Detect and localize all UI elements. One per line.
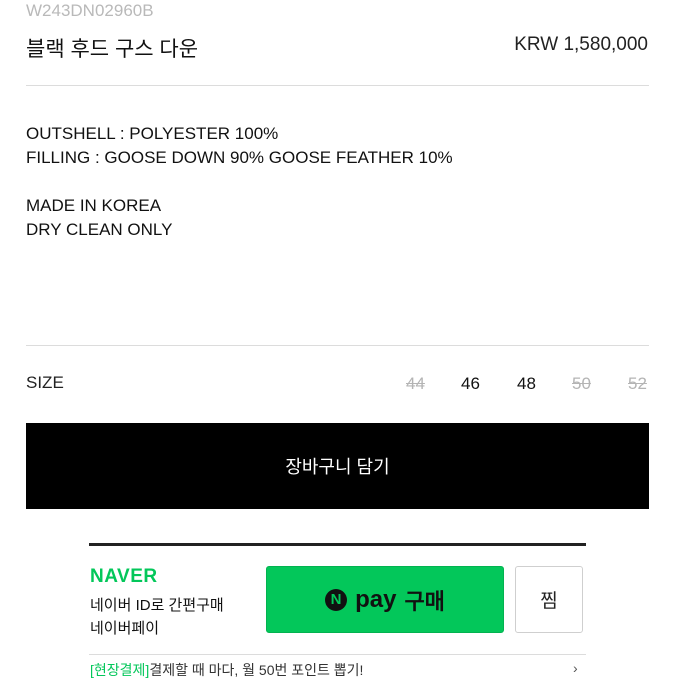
naver-id-purchase-text: 네이버 ID로 간편구매	[90, 597, 224, 614]
size-option-50[interactable]: 50	[572, 374, 591, 394]
size-option-46[interactable]: 46	[461, 374, 480, 394]
naver-pay-wordmark: pay	[355, 585, 397, 613]
description-line-outshell: OUTSHELL : POLYESTER 100%	[26, 124, 279, 143]
divider-top	[26, 85, 649, 86]
description-line-origin: MADE IN KOREA	[26, 196, 162, 215]
product-price: KRW 1,580,000	[514, 34, 648, 55]
naver-promo-link[interactable]: [현장결제]결제할 때 마다, 월 50번 포인트 뽑기!	[90, 660, 363, 680]
description-line-filling: FILLING : GOOSE DOWN 90% GOOSE FEATHER 1…	[26, 148, 453, 167]
size-option-48[interactable]: 48	[517, 374, 536, 394]
size-option-44[interactable]: 44	[406, 374, 425, 394]
divider-middle	[26, 345, 649, 346]
naver-pay-buy-label: 구매	[404, 588, 445, 614]
description-line-care: DRY CLEAN ONLY	[26, 220, 173, 239]
product-code: W243DN02960B	[26, 1, 154, 20]
promo-text: 결제할 때 마다, 월 50번 포인트 뽑기!	[149, 662, 364, 678]
naver-logo: NAVER	[90, 566, 158, 587]
naver-pay-top-border	[89, 543, 586, 546]
wishlist-button[interactable]: 찜	[515, 566, 583, 633]
naver-pay-divider	[89, 654, 586, 655]
naver-pay-buy-button[interactable]: N pay 구매	[266, 566, 504, 633]
promo-tag: [현장결제]	[90, 662, 150, 678]
naver-pay-n-icon: N	[325, 588, 348, 611]
size-option-52[interactable]: 52	[628, 374, 647, 394]
add-to-cart-button[interactable]: 장바구니 담기	[26, 423, 649, 509]
naver-pay-text: 네이버페이	[90, 620, 160, 637]
size-label: SIZE	[26, 373, 64, 392]
product-name: 블랙 후드 구스 다운	[26, 38, 199, 61]
